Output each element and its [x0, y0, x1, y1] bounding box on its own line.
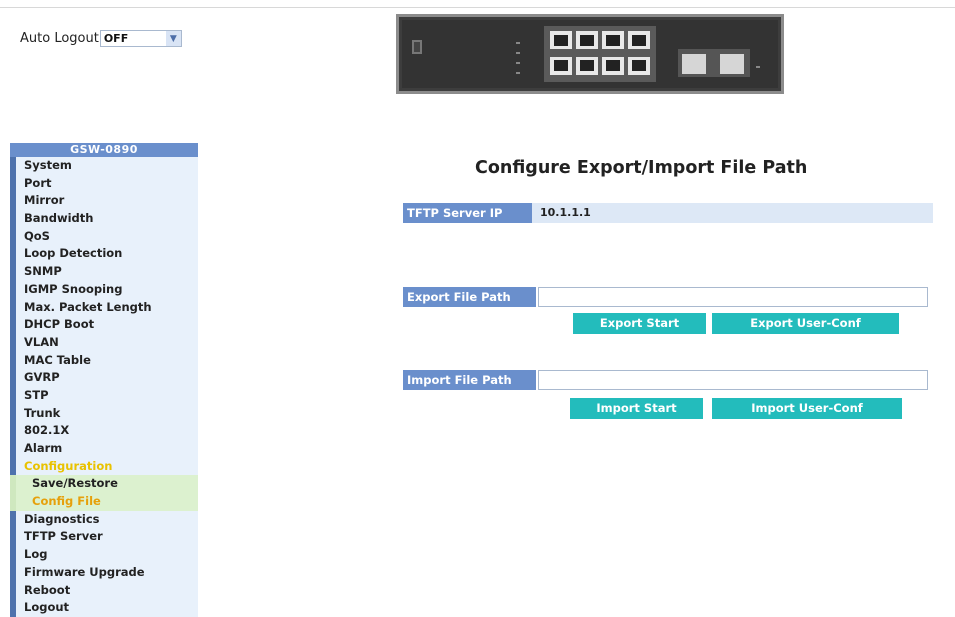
sidebar-item-configuration[interactable]: Configuration	[10, 457, 198, 476]
auto-logout-select[interactable]: OFF ▼	[99, 30, 182, 47]
sidebar-item-bandwidth[interactable]: Bandwidth	[10, 210, 198, 228]
sidebar-item-loop-detection[interactable]: Loop Detection	[10, 245, 198, 264]
export-file-path-label: Export File Path	[403, 287, 536, 307]
import-file-path-input[interactable]	[538, 370, 928, 390]
sidebar-item-diagnostics[interactable]: Diagnostics	[10, 510, 198, 529]
export-user-conf-button[interactable]: Export User-Conf	[712, 313, 899, 334]
chevron-down-icon[interactable]: ▼	[165, 31, 181, 46]
sidebar-item-port[interactable]: Port	[10, 174, 198, 193]
sidebar-item-reboot[interactable]: Reboot	[10, 581, 198, 600]
sidebar-item-dhcp-boot[interactable]: DHCP Boot	[10, 316, 198, 334]
page-title: Configure Export/Import File Path	[475, 158, 808, 178]
sidebar-item-8021x[interactable]: 802.1X	[10, 422, 198, 440]
sidebar-item-trunk[interactable]: Trunk	[10, 404, 198, 423]
sidebar-item-logout[interactable]: Logout	[10, 599, 198, 617]
sidebar-subitem-config-file[interactable]: Config File	[10, 493, 198, 511]
sidebar-item-max-packet-length[interactable]: Max. Packet Length	[10, 298, 198, 317]
sidebar-menu: GSW-0890 System Port Mirror Bandwidth Qo…	[10, 143, 198, 617]
auto-logout: Auto Logout OFF ▼	[20, 30, 182, 47]
sidebar-item-stp[interactable]: STP	[10, 386, 198, 405]
sidebar-item-snmp[interactable]: SNMP	[10, 263, 198, 281]
import-file-path-label: Import File Path	[403, 370, 536, 390]
import-user-conf-button[interactable]: Import User-Conf	[712, 398, 902, 419]
switch-front-panel-image	[396, 14, 784, 94]
sidebar-subitem-save-restore[interactable]: Save/Restore	[10, 475, 198, 494]
auto-logout-label: Auto Logout	[20, 31, 99, 46]
sidebar-item-alarm[interactable]: Alarm	[10, 440, 198, 458]
sidebar-item-qos[interactable]: QoS	[10, 227, 198, 246]
sidebar-item-vlan[interactable]: VLAN	[10, 333, 198, 352]
sidebar-item-tftp-server[interactable]: TFTP Server	[10, 528, 198, 547]
auto-logout-value: OFF	[103, 32, 129, 45]
sidebar-item-system[interactable]: System	[10, 157, 198, 175]
sidebar-item-mac-table[interactable]: MAC Table	[10, 351, 198, 370]
sidebar-item-mirror[interactable]: Mirror	[10, 192, 198, 211]
sidebar-title: GSW-0890	[10, 143, 198, 157]
tftp-server-ip-label: TFTP Server IP	[403, 203, 532, 223]
top-divider	[0, 7, 955, 8]
sidebar-item-firmware-upgrade[interactable]: Firmware Upgrade	[10, 563, 198, 582]
tftp-server-ip-value: 10.1.1.1	[540, 206, 591, 219]
export-start-button[interactable]: Export Start	[573, 313, 706, 334]
sidebar-item-log[interactable]: Log	[10, 546, 198, 564]
sidebar-item-igmp-snooping[interactable]: IGMP Snooping	[10, 280, 198, 299]
sidebar-item-gvrp[interactable]: GVRP	[10, 369, 198, 387]
import-start-button[interactable]: Import Start	[570, 398, 703, 419]
export-file-path-input[interactable]	[538, 287, 928, 307]
